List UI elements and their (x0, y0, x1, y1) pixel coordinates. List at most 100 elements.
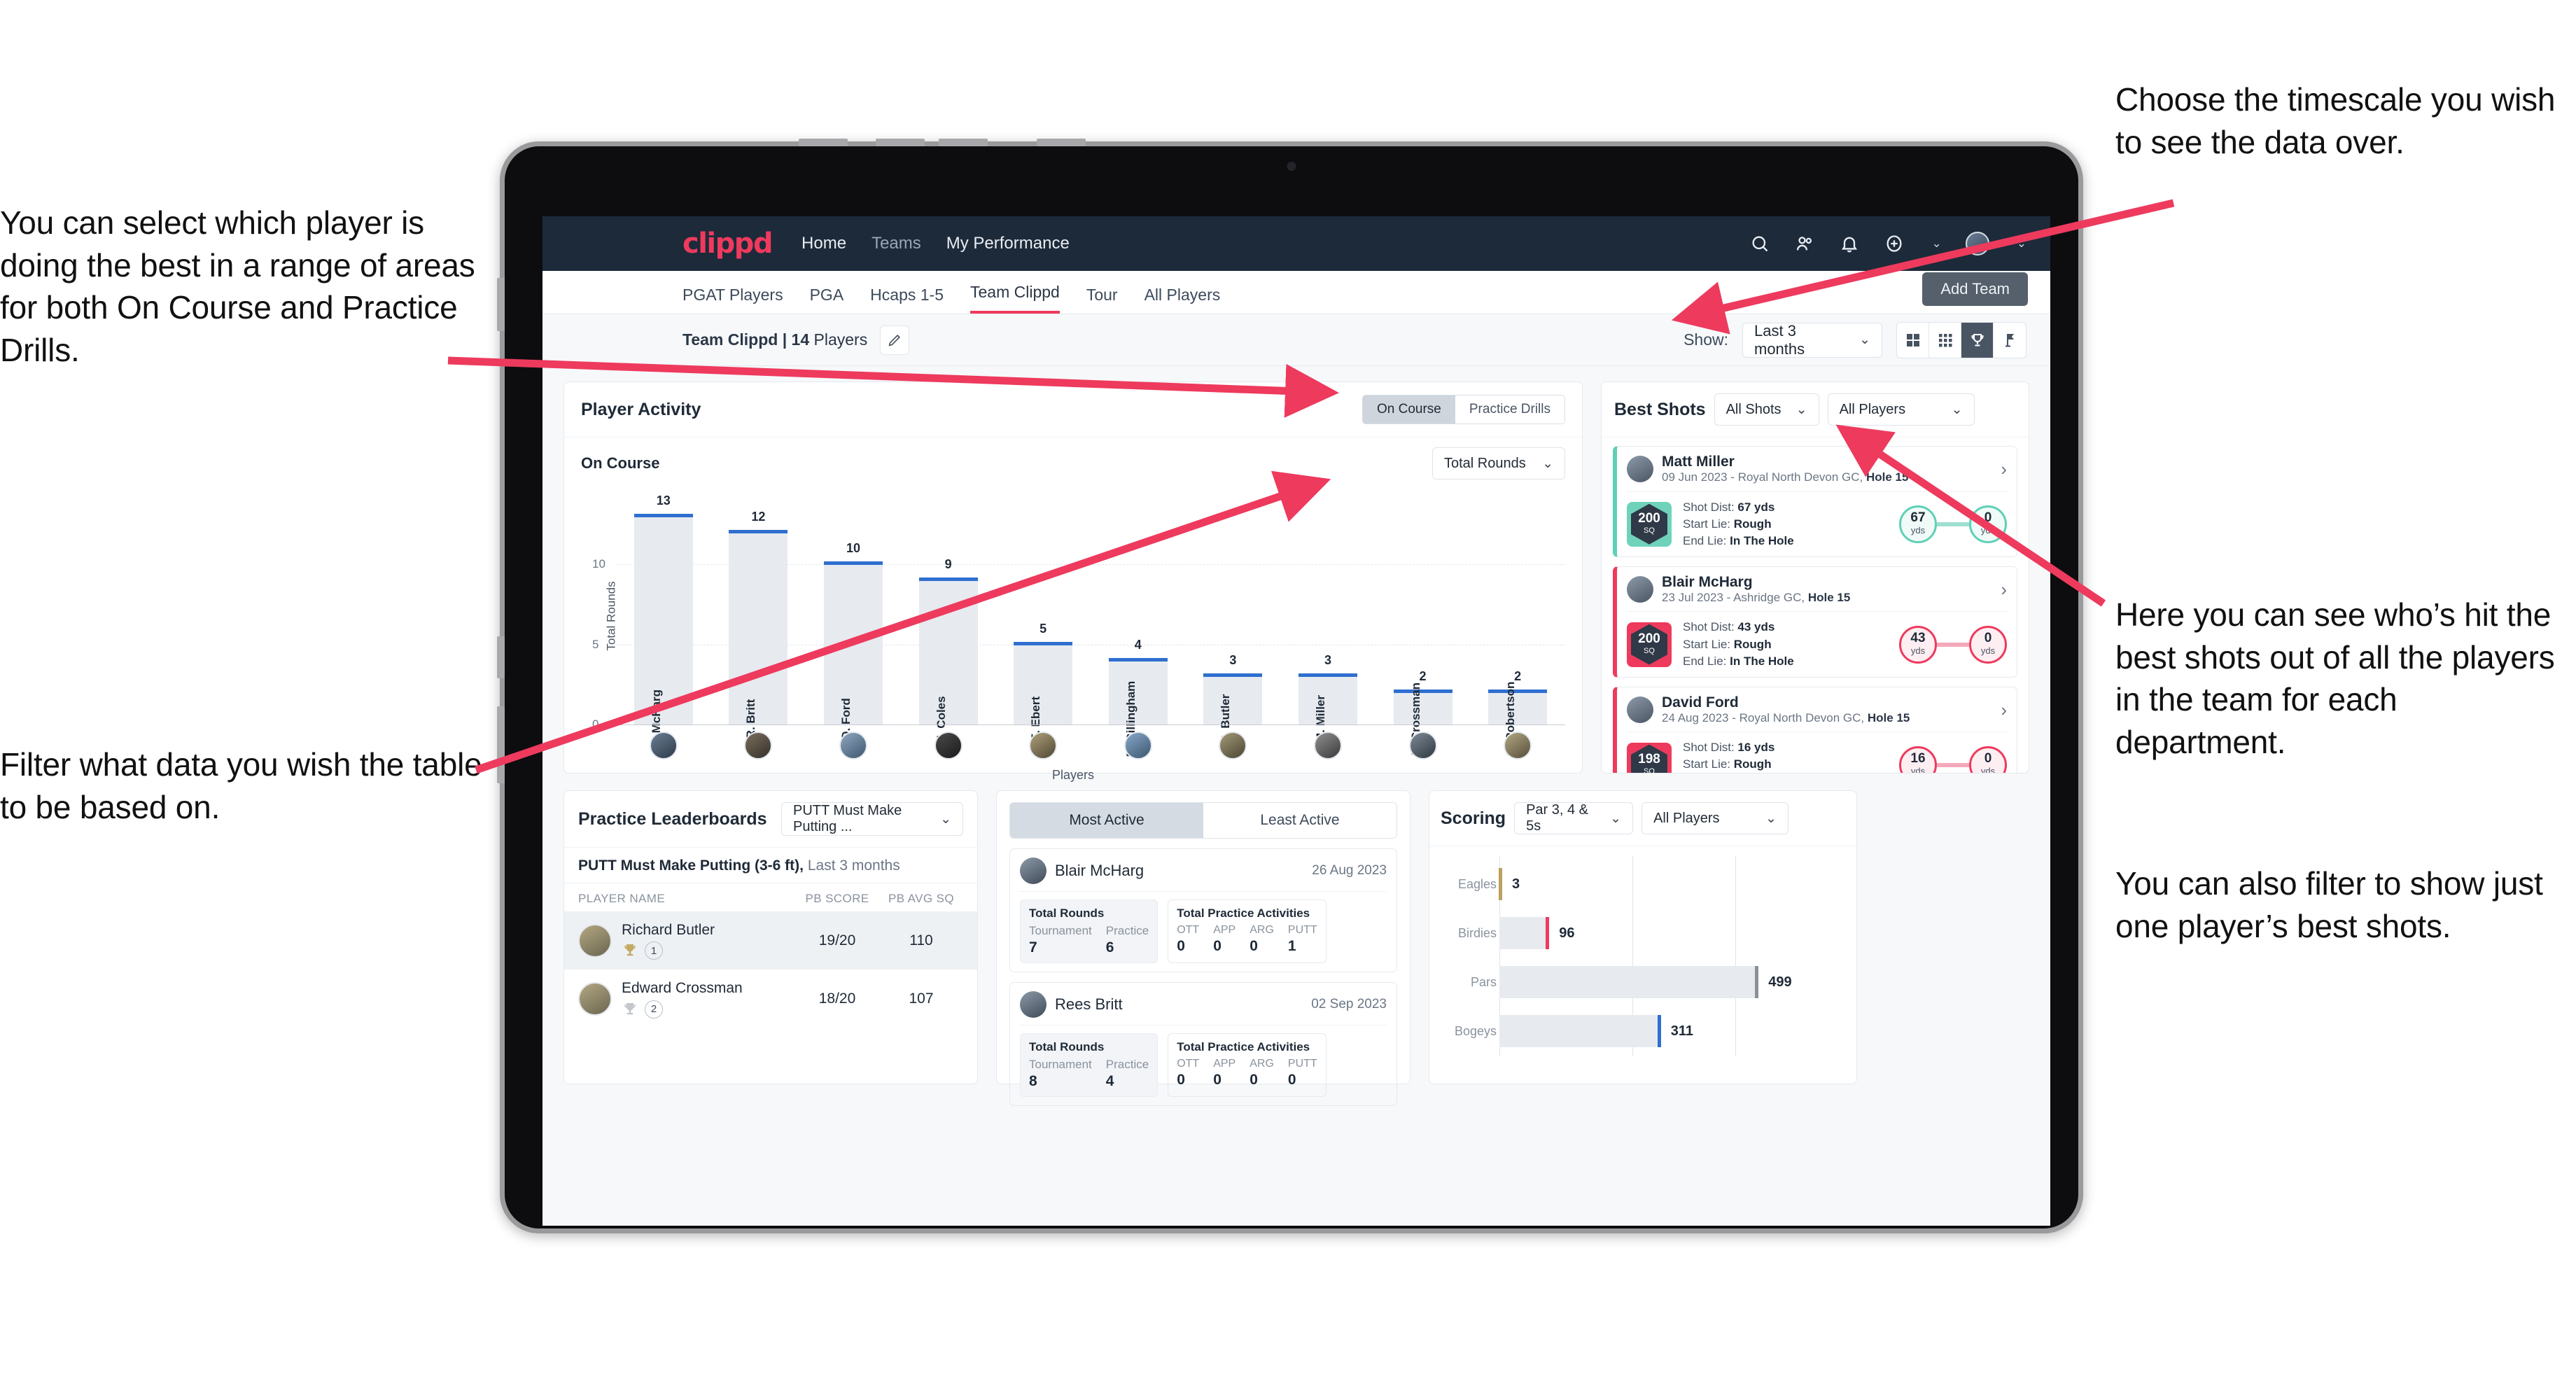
drill-select[interactable]: PUTT Must Make Putting ... ⌄ (781, 802, 963, 836)
tab-least-active[interactable]: Least Active (1203, 803, 1396, 838)
best-shots-title: Best Shots (1614, 399, 1706, 419)
player-avatar[interactable] (1408, 732, 1437, 760)
grid-large-icon[interactable] (1897, 322, 1929, 358)
scoring-bar-row[interactable]: Pars 499 (1471, 962, 1842, 1002)
plus-circle-icon[interactable] (1884, 233, 1905, 254)
bar-slot[interactable]: 3 M. Miller (1280, 500, 1376, 743)
tab-hcaps-1-5[interactable]: Hcaps 1-5 (870, 286, 944, 314)
player-avatar[interactable] (1124, 732, 1152, 760)
annotation-right-middle: Here you can see who’s hit the best shot… (2115, 596, 2555, 761)
shot-distance-graphic: 43 yds 0 yds (1899, 625, 2007, 664)
player-avatar[interactable] (649, 732, 678, 760)
rounds-grid: Tournament 8 Practice 4 (1029, 1058, 1149, 1090)
activity-player-card[interactable]: Blair McHarg 26 Aug 2023 Total Rounds Tourn… (1009, 848, 1397, 972)
player-avatar[interactable] (1504, 732, 1532, 760)
best-shots-player-select[interactable]: All Players ⌄ (1827, 393, 1975, 426)
avatar[interactable] (1965, 232, 1989, 255)
people-icon[interactable] (1794, 233, 1815, 254)
best-shots-type-select[interactable]: All Shots ⌄ (1714, 393, 1819, 426)
player-avatar[interactable] (934, 732, 962, 760)
practice-value: 0 (1250, 1072, 1258, 1088)
scoring-bar-row[interactable]: Bogeys 311 (1455, 1011, 1842, 1051)
start-distance-unit: yds (1910, 645, 1926, 657)
view-toggle-group (1896, 321, 2026, 358)
flag-icon[interactable] (1994, 323, 2026, 358)
bar-slot[interactable]: 12 R. Britt (711, 500, 806, 738)
tab-tour[interactable]: Tour (1086, 286, 1118, 314)
table-row[interactable]: Edward Crossman 2 18/20 107 (564, 969, 977, 1028)
player-avatar[interactable] (1219, 732, 1247, 760)
nav-link-teams[interactable]: Teams (872, 234, 921, 253)
bar-slot[interactable]: 13 B. McHarg (616, 493, 711, 748)
bar-slot[interactable]: 2 C. Robertson (1470, 500, 1565, 756)
segment-on-course[interactable]: On Course (1363, 396, 1455, 424)
team-name: Team Clippd (682, 330, 778, 349)
scoring-category-label: Pars (1470, 974, 1497, 989)
grid-small-icon[interactable] (1929, 322, 1961, 358)
best-shot-card[interactable]: Blair McHarg 23 Jul 2023 - Ashridge GC, H… (1613, 566, 2017, 678)
bar-slot[interactable]: 3 R. Butler (1186, 500, 1281, 743)
scoring-bar (1499, 917, 1550, 949)
chevron-right-icon[interactable]: › (2001, 699, 2007, 721)
scoring-par-select[interactable]: Par 3, 4 & 5s ⌄ (1514, 802, 1634, 834)
search-icon[interactable] (1749, 233, 1770, 254)
trophy-icon[interactable] (1961, 322, 1994, 358)
tab-team-clippd[interactable]: Team Clippd (970, 283, 1060, 314)
chevron-down-icon[interactable]: ⌄ (2017, 237, 2026, 251)
clippd-logo[interactable]: clippd (682, 227, 774, 260)
activity-card-header: Blair McHarg 26 Aug 2023 (1020, 858, 1387, 892)
practice-activities-box: Total Practice Activities OTT 0 APP 0 ARG 0 PUT… (1168, 1033, 1326, 1097)
add-team-button[interactable]: Add Team (1922, 272, 2028, 306)
sq-value: 200 (1638, 510, 1660, 526)
player-avatar (1020, 991, 1046, 1018)
best-shot-card[interactable]: David Ford 24 Aug 2023 - Royal North Devo… (1613, 686, 2017, 773)
timescale-value: Last 3 months (1754, 321, 1805, 358)
nav-link-home[interactable]: Home (802, 234, 846, 253)
bar-slot[interactable]: 9 J. Coles (901, 500, 996, 742)
best-shot-card[interactable]: Matt Miller 09 Jun 2023 - Royal North Dev… (1613, 446, 2017, 557)
bell-icon[interactable] (1839, 233, 1860, 254)
shot-meta: 24 Aug 2023 - Royal North Devon GC, Hole… (1662, 711, 1910, 725)
tab-all-players[interactable]: All Players (1144, 286, 1221, 314)
tab-pgat-players[interactable]: PGAT Players (682, 286, 783, 314)
section-tabs: PGAT Players PGA Hcaps 1-5 Team Clippd T… (542, 271, 2050, 314)
scoring-bar-row[interactable]: Eagles 3 (1458, 864, 1842, 904)
chevron-down-icon[interactable]: ⌄ (1932, 237, 1942, 251)
chevron-right-icon[interactable]: › (2001, 458, 2007, 480)
bar-slot[interactable]: 10 D. Ford (806, 500, 901, 740)
edit-team-button[interactable] (880, 325, 910, 355)
bar[interactable] (729, 529, 788, 724)
player-avatar[interactable] (1313, 732, 1342, 760)
scoring-player-select[interactable]: All Players ⌄ (1642, 802, 1789, 834)
tab-pga[interactable]: PGA (810, 286, 844, 314)
distance-connector (1937, 642, 1969, 647)
scoring-value-label: 3 (1512, 876, 1520, 892)
bar[interactable] (1014, 641, 1073, 724)
screenshot-stage: You can select which player is doing the… (0, 0, 2576, 1386)
scoring-bar (1499, 1015, 1661, 1047)
timescale-select[interactable]: Last 3 months ⌄ (1742, 321, 1882, 358)
rounds-cell: Practice 4 (1106, 1058, 1149, 1090)
bar[interactable] (1203, 673, 1263, 724)
player-avatar[interactable] (839, 732, 867, 760)
activity-player-card[interactable]: Rees Britt 02 Sep 2023 Total Rounds Tournam… (1009, 982, 1397, 1106)
shot-dist-label: Shot Dist: (1683, 741, 1738, 755)
scoring-title: Scoring (1441, 808, 1506, 828)
player-avatar[interactable] (1029, 732, 1058, 760)
scoring-bar-row[interactable]: Birdies 96 (1458, 913, 1842, 953)
bar[interactable] (1488, 690, 1548, 724)
activity-card-body: Total Rounds Tournament 8 Practice 4 Total Pr… (1020, 1026, 1387, 1097)
tab-most-active[interactable]: Most Active (1010, 803, 1203, 838)
bar-slot[interactable]: 2 E. Crossman (1376, 500, 1471, 755)
nav-link-my-performance[interactable]: My Performance (946, 234, 1070, 253)
segment-practice-drills[interactable]: Practice Drills (1455, 396, 1564, 424)
bar-slot[interactable]: 5 E. Ebert (995, 500, 1091, 741)
rounds-metric-select[interactable]: Total Rounds ⌄ (1432, 447, 1565, 479)
start-distance-value: 43 (1910, 631, 1926, 646)
bar-value-label: 5 (1040, 621, 1047, 636)
chevron-right-icon[interactable]: › (2001, 579, 2007, 601)
player-avatar[interactable] (744, 732, 773, 760)
table-row[interactable]: Richard Butler 1 19/20 110 (564, 911, 977, 970)
bar-slot[interactable]: 4 D. Billingham (1091, 500, 1186, 757)
avatar-slot (806, 732, 901, 760)
